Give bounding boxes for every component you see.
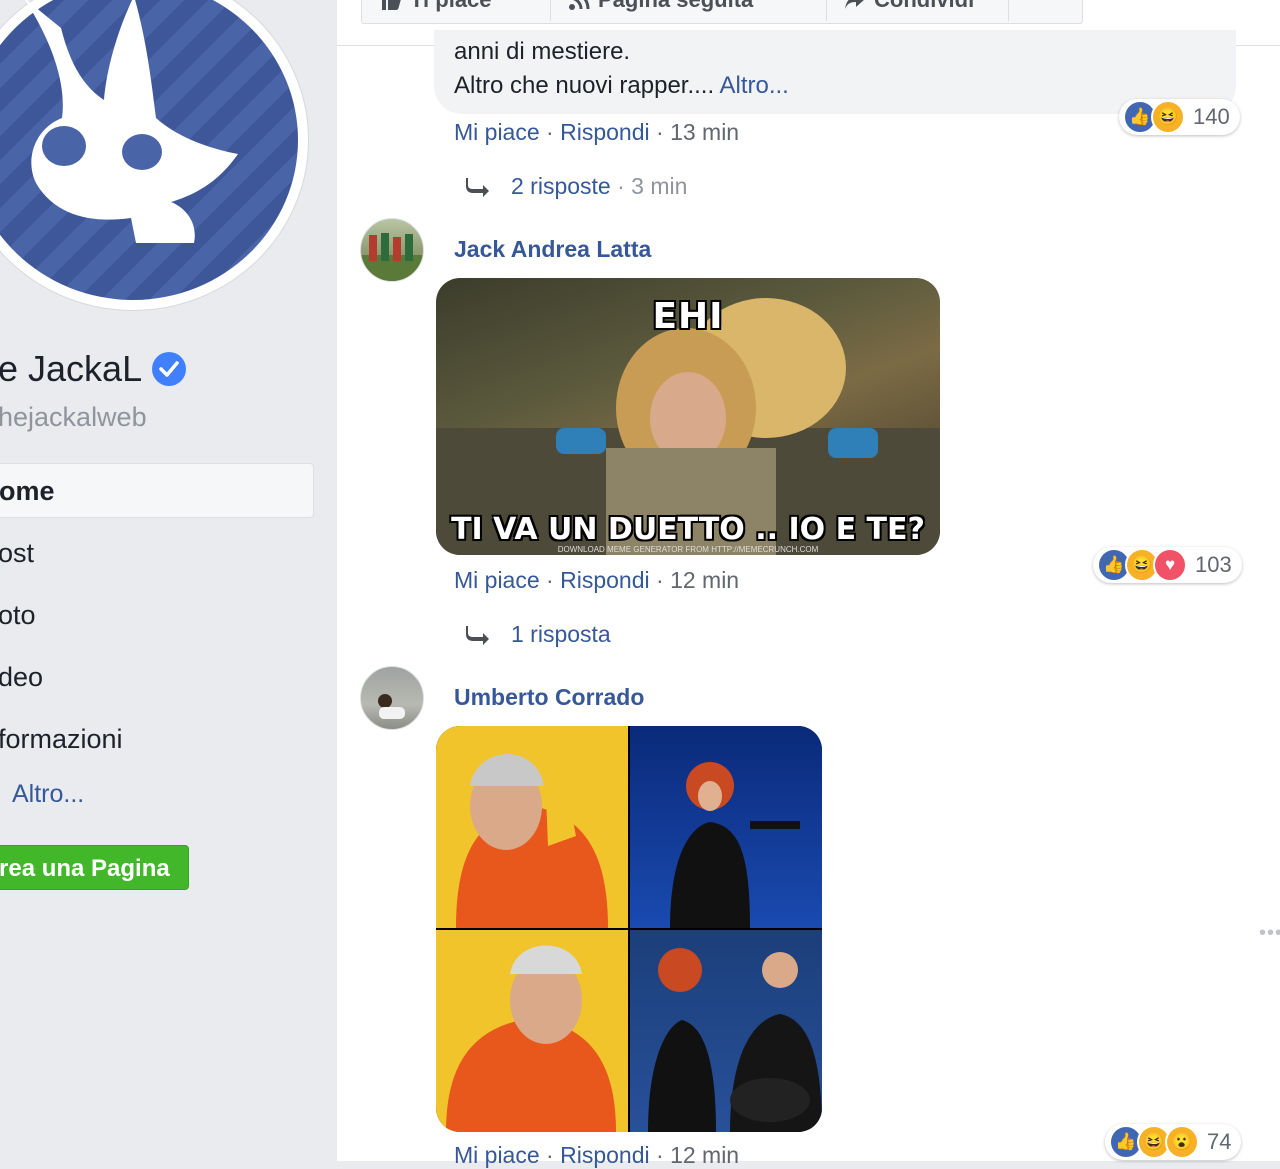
separator: · [546, 119, 561, 145]
comment-bubble: anni di mestiere. Altro che nuovi rapper… [434, 30, 1236, 114]
comment-actions: Mi piace · Rispondi · 12 min [454, 567, 739, 594]
sidebar-item-home[interactable]: ome [0, 463, 314, 518]
reaction-summary[interactable]: 👍 😆 😮 74 [1105, 1124, 1242, 1160]
meme-panel [630, 726, 822, 928]
rss-icon [569, 0, 590, 10]
sidebar-item-info[interactable]: formazioni [0, 724, 123, 755]
reply-arrow-icon [466, 177, 489, 197]
comment-options-icon[interactable]: ••• [1259, 922, 1280, 945]
comment-text: Altro che nuovi rapper.... Altro... [454, 72, 789, 100]
like-page-label: Ti piace [410, 0, 492, 13]
page-username[interactable]: hejackalweb [0, 402, 147, 433]
share-button[interactable]: Condividi [826, 0, 1009, 21]
love-reaction-icon: ♥ [1153, 548, 1187, 582]
view-replies-link[interactable]: 1 risposta [465, 621, 611, 648]
comment-timestamp[interactable]: 12 min [670, 567, 739, 593]
comment-reply-button[interactable]: Rispondi [560, 1142, 650, 1168]
comment-author[interactable]: Umberto Corrado [454, 684, 644, 711]
share-label: Condividi [874, 0, 974, 13]
sidebar-item-videos[interactable]: deo [0, 662, 43, 693]
like-page-button[interactable]: Ti piace [362, 0, 551, 21]
comment-reply-button[interactable]: Rispondi [560, 119, 650, 145]
sidebar-item-photos[interactable]: oto [0, 600, 36, 631]
separator: · [656, 119, 671, 145]
see-more-link[interactable]: Altro... [720, 72, 789, 99]
comment-image[interactable]: EHI TI VA UN DUETTO .. IO E TE? DOWNLOAD… [436, 278, 940, 555]
meme-bottom-caption: TI VA UN DUETTO .. IO E TE? [451, 512, 925, 547]
comment-timestamp[interactable]: 13 min [670, 119, 739, 145]
comments-feed: Ti piace Pagina seguita Condividi anni d… [337, 0, 1280, 1168]
meme-panel [630, 930, 822, 1132]
comment-actions: Mi piace · Rispondi · 12 min [454, 1142, 739, 1169]
sidebar-more-link[interactable]: Altro... [12, 780, 84, 809]
following-label: Pagina seguita [598, 0, 753, 13]
separator: · [546, 567, 561, 593]
sidebar-item-posts[interactable]: ost [0, 538, 34, 569]
jackal-logo-icon [0, 0, 298, 300]
page-profile-picture[interactable] [0, 0, 308, 310]
separator: · [656, 567, 671, 593]
separator: · [546, 1142, 561, 1168]
reaction-count: 74 [1207, 1129, 1232, 1154]
page-name[interactable]: e JackaL [0, 348, 187, 390]
comment-timestamp[interactable]: 12 min [670, 1142, 739, 1168]
comment-author[interactable]: Jack Andrea Latta [454, 236, 651, 263]
avatar[interactable] [360, 666, 424, 730]
comment-text-line: Altro che nuovi rapper.... [454, 72, 715, 99]
wow-reaction-icon: 😮 [1165, 1125, 1199, 1159]
replies-count[interactable]: 1 risposta [511, 621, 611, 648]
comment-like-button[interactable]: Mi piace [454, 567, 540, 593]
comment-text: anni di mestiere. [454, 38, 631, 65]
page-name-text[interactable]: e JackaL [0, 348, 142, 390]
comment-actions: Mi piace · Rispondi · 13 min [454, 119, 739, 146]
replies-timestamp: 3 min [631, 173, 688, 199]
more-options-button[interactable] [1008, 0, 1080, 21]
comment-image[interactable] [436, 726, 822, 1132]
following-button[interactable]: Pagina seguita [550, 0, 827, 21]
separator: · [610, 173, 632, 199]
comment-like-button[interactable]: Mi piace [454, 1142, 540, 1168]
thumbs-up-icon [382, 0, 401, 10]
reaction-count: 140 [1193, 104, 1230, 129]
haha-reaction-icon: 😆 [1151, 100, 1185, 134]
replies-count[interactable]: 2 risposte [511, 173, 611, 200]
create-page-label: rea una Pagina [0, 855, 170, 882]
meme-credit: DOWNLOAD MEME GENERATOR FROM HTTP://MEME… [557, 545, 819, 554]
user-photo-icon [378, 694, 405, 719]
reaction-count: 103 [1195, 552, 1232, 577]
user-photo-icon [361, 233, 423, 281]
verified-badge-icon [152, 352, 187, 386]
meme-top-caption: EHI [652, 296, 724, 337]
reaction-summary[interactable]: 👍 😆 140 [1119, 99, 1240, 135]
separator: · [656, 1142, 671, 1168]
reply-arrow-icon [466, 625, 489, 645]
reaction-summary[interactable]: 👍 😆 ♥ 103 [1093, 547, 1242, 583]
page-sidebar: e JackaL hejackalweb ome ost oto deo for… [0, 0, 337, 1161]
page-action-bar: Ti piace Pagina seguita Condividi [361, 0, 1083, 24]
meme-panel [436, 726, 628, 928]
avatar[interactable] [360, 218, 424, 282]
view-replies-link[interactable]: 2 risposte · 3 min [465, 173, 687, 200]
comment-like-button[interactable]: Mi piace [454, 119, 540, 145]
meme-panel [436, 930, 628, 1132]
create-page-button[interactable]: rea una Pagina [0, 845, 189, 890]
sidebar-item-label: ome [0, 476, 55, 506]
share-icon [845, 0, 864, 9]
comment-reply-button[interactable]: Rispondi [560, 567, 650, 593]
